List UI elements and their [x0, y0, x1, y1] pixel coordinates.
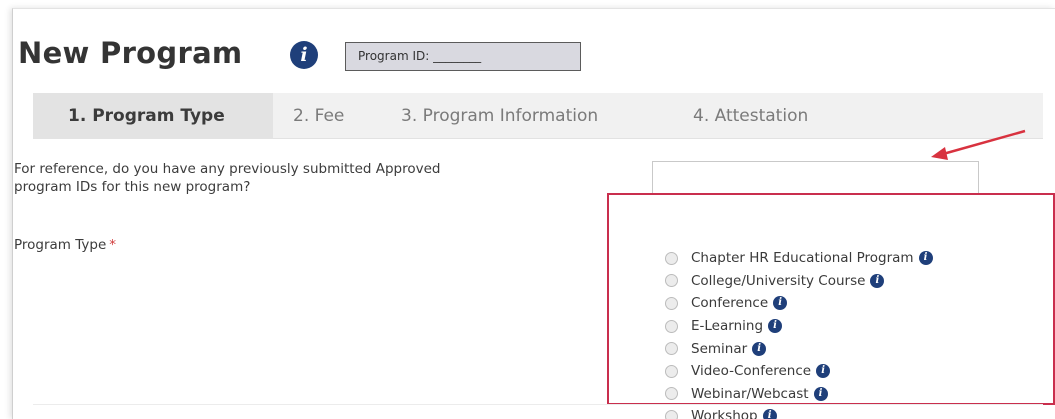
option-webinar-webcast[interactable]: Webinar/Webcast i — [665, 383, 933, 406]
option-e-learning[interactable]: E-Learning i — [665, 315, 933, 338]
info-icon[interactable]: i — [816, 364, 831, 379]
info-icon[interactable]: i — [768, 319, 783, 334]
info-icon[interactable]: i — [813, 386, 828, 401]
info-icon[interactable]: i — [773, 296, 788, 311]
reference-question: For reference, do you have any previousl… — [14, 160, 614, 196]
program-type-label: Program Type * — [14, 237, 116, 253]
title-info-icon[interactable]: i — [290, 41, 318, 69]
radio-button-icon[interactable] — [665, 296, 678, 310]
info-icon[interactable]: i — [752, 341, 767, 356]
option-conference[interactable]: Conference i — [665, 292, 933, 315]
annotation-arrow-icon — [931, 129, 1026, 160]
required-marker: * — [109, 237, 117, 253]
option-video-conference[interactable]: Video-Conference i — [665, 360, 933, 383]
option-label: Conference — [691, 295, 769, 312]
option-label: Seminar — [691, 340, 748, 357]
page-title: New Program — [18, 36, 243, 70]
radio-button-icon[interactable] — [665, 342, 678, 356]
radio-button-icon[interactable] — [665, 274, 678, 288]
radio-button-icon[interactable] — [665, 319, 678, 333]
option-label: E-Learning — [691, 318, 764, 335]
tab-program-type[interactable]: 1. Program Type — [33, 93, 273, 139]
program-type-label-text: Program Type — [14, 237, 107, 253]
radio-button-icon[interactable] — [665, 364, 678, 378]
radio-button-icon[interactable] — [665, 409, 678, 419]
info-icon[interactable]: i — [870, 273, 885, 288]
option-label: Video-Conference — [691, 363, 812, 380]
reference-question-line-1: For reference, do you have any previousl… — [14, 161, 441, 177]
option-seminar[interactable]: Seminar i — [665, 337, 933, 360]
radio-button-icon[interactable] — [665, 387, 678, 401]
tab-attestation[interactable]: 4. Attestation — [683, 93, 818, 139]
option-label: Webinar/Webcast — [691, 385, 809, 402]
option-workshop[interactable]: Workshop i — [665, 405, 933, 419]
info-icon[interactable]: i — [762, 409, 777, 419]
reference-question-line-2: program IDs for this new program? — [14, 179, 251, 195]
option-label: Chapter HR Educational Program — [691, 250, 914, 267]
program-id-field: Program ID: ________ — [345, 42, 581, 71]
divider — [33, 404, 1043, 405]
info-icon[interactable]: i — [918, 251, 933, 266]
step-tabs: 1. Program Type 2. Fee 3. Program Inform… — [33, 93, 1043, 139]
option-label: Workshop — [691, 408, 758, 419]
tab-fee[interactable]: 2. Fee — [283, 93, 354, 139]
option-college-university-course[interactable]: College/University Course i — [665, 270, 933, 293]
option-label: College/University Course — [691, 272, 866, 289]
option-chapter-hr-educational-program[interactable]: Chapter HR Educational Program i — [665, 247, 933, 270]
tab-program-information[interactable]: 3. Program Information — [391, 93, 608, 139]
program-type-options: Chapter HR Educational Program i College… — [665, 247, 933, 419]
radio-button-icon[interactable] — [665, 251, 678, 265]
